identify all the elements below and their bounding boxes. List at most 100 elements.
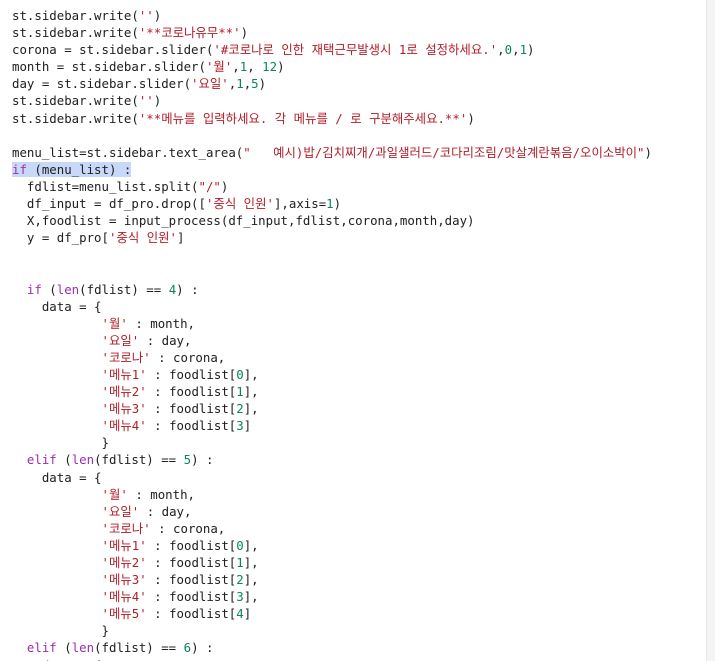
code-line[interactable]: menu_list=st.sidebar.text_area(" 예시)밥/김치… <box>12 144 652 161</box>
code-token: , <box>247 59 263 75</box>
code-line[interactable]: elif (len(fdlist) == 5) : <box>12 451 652 468</box>
code-string: '요일' <box>101 332 140 348</box>
code-number: 5 <box>183 452 192 468</box>
code-token: } <box>12 435 109 451</box>
code-line[interactable]: '메뉴1' : foodlist[0], <box>12 366 652 383</box>
code-line[interactable] <box>12 127 652 144</box>
code-number: 1 <box>236 384 244 400</box>
code-token: : corona, <box>150 520 226 536</box>
code-line[interactable]: X,foodlist = input_process(df_input,fdli… <box>12 212 652 229</box>
code-token: , <box>232 59 240 75</box>
code-string: "/" <box>198 178 221 194</box>
code-token: : day, <box>139 503 192 519</box>
code-number: 3 <box>236 589 244 605</box>
vertical-scrollbar[interactable] <box>706 0 715 661</box>
code-number: 1 <box>326 196 334 212</box>
code-line[interactable]: '코로나' : corona, <box>12 520 652 537</box>
code-line[interactable]: st.sidebar.write('') <box>12 92 652 109</box>
code-line[interactable]: y = df_pro['중식 인원'] <box>12 229 652 246</box>
code-area[interactable]: st.sidebar.write('') st.sidebar.write('**… <box>12 7 652 661</box>
code-line[interactable]: '월' : month, <box>12 486 652 503</box>
code-line[interactable]: } <box>12 434 652 451</box>
code-number: 3 <box>236 418 244 434</box>
code-token: : foodlist[ <box>146 555 237 570</box>
code-line[interactable]: fdlist=menu_list.split("/") <box>12 178 652 195</box>
code-line[interactable]: '요일' : day, <box>12 503 652 520</box>
code-token: ) <box>277 59 285 75</box>
code-token: ) : <box>191 452 214 468</box>
code-line[interactable]: } <box>12 622 652 639</box>
code-token: ] <box>176 230 185 246</box>
code-token: ], <box>243 384 259 400</box>
code-token: st.sidebar.write( <box>12 25 139 41</box>
code-token: st.sidebar.write( <box>12 8 139 23</box>
code-string: '코로나' <box>101 520 151 536</box>
code-token: data = { <box>12 658 102 661</box>
code-token: , <box>497 42 505 58</box>
code-token: corona = st.sidebar.slider( <box>12 42 214 58</box>
code-token: : foodlist[ <box>146 572 237 588</box>
code-keyword: if <box>26 281 42 297</box>
code-string: '' <box>138 8 154 23</box>
code-token: fdlist=menu_list.split( <box>12 178 199 194</box>
code-line[interactable]: st.sidebar.write('**코로나유무**') <box>12 24 652 41</box>
code-token: (fdlist) == <box>94 640 184 656</box>
code-line[interactable] <box>12 246 652 263</box>
code-line[interactable]: elif (len(fdlist) == 6) : <box>12 639 652 656</box>
code-token: : month, <box>127 315 195 331</box>
code-line[interactable]: '메뉴4' : foodlist[3] <box>12 417 652 434</box>
code-line[interactable]: '요일' : day, <box>12 332 652 349</box>
code-editor[interactable]: st.sidebar.write('') st.sidebar.write('**… <box>0 0 715 661</box>
code-token: : foodlist[ <box>146 418 237 434</box>
code-token: st.sidebar.write( <box>12 93 139 109</box>
code-string: '요일' <box>101 503 140 519</box>
code-token: , <box>512 42 520 58</box>
code-line[interactable]: '메뉴2' : foodlist[1], <box>12 383 652 400</box>
code-line[interactable]: df_input = df_pro.drop(['중식 인원'],axis=1) <box>12 195 652 212</box>
code-line[interactable]: data = { <box>12 298 652 315</box>
code-line[interactable]: '메뉴1' : foodlist[0], <box>12 537 652 554</box>
code-line[interactable]: '코로나' : corona, <box>12 349 652 366</box>
code-string: '중식 인원' <box>205 196 274 212</box>
code-line[interactable]: '메뉴5' : foodlist[4] <box>12 605 652 622</box>
code-number: 1 <box>236 76 244 92</box>
code-line[interactable]: '메뉴2' : foodlist[1], <box>12 554 652 571</box>
code-keyword: if <box>12 161 27 177</box>
code-line[interactable]: data = { <box>12 657 652 661</box>
code-number: 12 <box>262 59 278 75</box>
code-number: 2 <box>236 572 244 588</box>
code-line[interactable]: corona = st.sidebar.slider('#코로나로 인한 재택근… <box>12 41 652 58</box>
code-token: ], <box>243 555 259 570</box>
code-line[interactable] <box>12 263 652 280</box>
code-token: : corona, <box>150 349 226 365</box>
code-line[interactable]: '월' : month, <box>12 315 652 332</box>
code-line[interactable]: if (menu_list) : <box>12 161 652 178</box>
code-string: '메뉴4' <box>101 418 147 434</box>
code-token: (fdlist) == <box>79 281 169 297</box>
code-string: '**메뉴를 입력하세요. 각 메뉴를 / 로 구분해주세요.**' <box>138 110 468 126</box>
code-line[interactable]: st.sidebar.write('**메뉴를 입력하세요. 각 메뉴를 / 로… <box>12 110 652 127</box>
code-string: '메뉴1' <box>101 537 147 553</box>
code-string: '메뉴2' <box>101 384 147 400</box>
code-line[interactable]: month = st.sidebar.slider('월',1, 12) <box>12 58 652 75</box>
code-line[interactable]: '메뉴3' : foodlist[2], <box>12 400 652 417</box>
code-string: '메뉴3' <box>101 572 147 588</box>
code-token: ) : <box>176 281 199 297</box>
code-number: 1 <box>519 42 528 58</box>
code-token: menu_list=st.sidebar.text_area( <box>12 144 244 160</box>
code-line[interactable]: '메뉴4' : foodlist[3], <box>12 588 652 605</box>
code-line[interactable]: if (len(fdlist) == 4) : <box>12 281 652 298</box>
code-string: '중식 인원' <box>108 230 177 246</box>
code-line[interactable]: data = { <box>12 469 652 486</box>
code-token: ) <box>333 196 342 212</box>
code-line[interactable]: '메뉴3' : foodlist[2], <box>12 571 652 588</box>
code-line[interactable]: day = st.sidebar.slider('요일',1,5) <box>12 75 652 92</box>
code-token: df_input = df_pro.drop([ <box>12 196 206 212</box>
code-line[interactable]: st.sidebar.write('') <box>12 7 652 24</box>
